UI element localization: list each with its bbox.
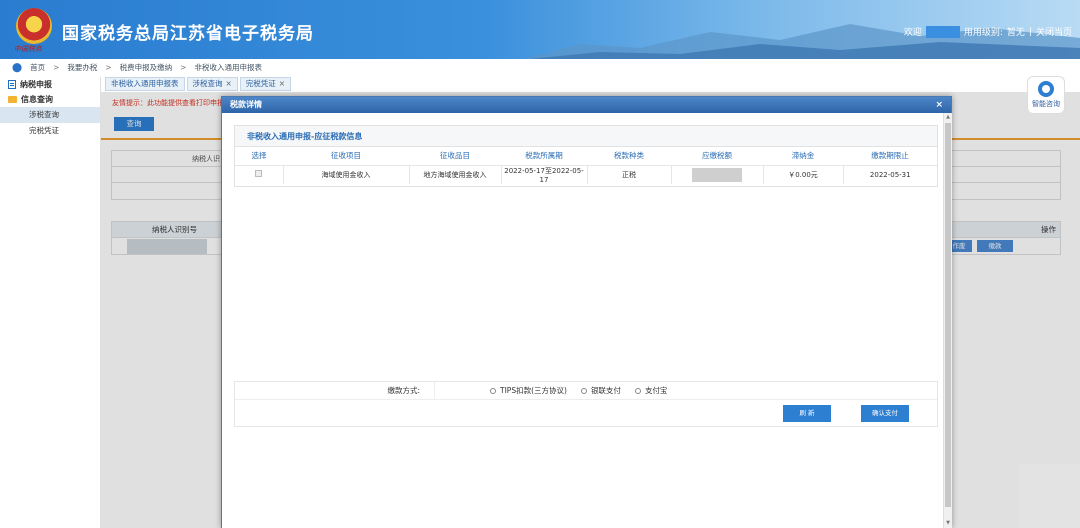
payment-method-section: 缴款方式: TIPS扣款(三方协议) 银联支付 支付宝 bbox=[234, 381, 938, 427]
column-header: 应缴税额 bbox=[671, 147, 763, 166]
emblem-caption: 中国税务 bbox=[14, 45, 42, 53]
breadcrumb-separator: > bbox=[105, 63, 112, 72]
folder-icon bbox=[8, 96, 17, 103]
tab-nontax-declaration[interactable]: 非税收入通用申报表 bbox=[105, 77, 185, 91]
scroll-down-icon[interactable]: ▼ bbox=[945, 520, 951, 526]
payment-method-row: 缴款方式: TIPS扣款(三方协议) 银联支付 支付宝 bbox=[235, 381, 937, 400]
breadcrumb: ⬤ 首页 > 我要办税 > 税费申报及缴纳 > 非税收入通用申报表 bbox=[0, 59, 1080, 76]
sidebar-group-label: 信息查询 bbox=[21, 95, 53, 104]
scrollbar-thumb[interactable] bbox=[945, 123, 951, 507]
cell-late-fee: ￥0.00元 bbox=[763, 165, 844, 184]
tab-label: 非税收入通用申报表 bbox=[111, 79, 179, 88]
user-bar: 欢迎 用用级别: 暂无 | 关闭当页 bbox=[904, 25, 1072, 38]
scroll-up-icon[interactable]: ▲ bbox=[945, 114, 951, 120]
masked-corner bbox=[1019, 464, 1080, 528]
table-header-row: 选择 征收项目 征收品目 税款所属期 税款种类 应缴税额 滞纳金 缴款期限止 bbox=[235, 147, 937, 166]
radio-label: 银联支付 bbox=[590, 386, 621, 395]
tab-bar: 非税收入通用申报表 涉税查询 × 完税凭证 × bbox=[101, 77, 1080, 92]
cell-item: 地方海域使用金收入 bbox=[409, 165, 502, 184]
confirm-payment-button[interactable]: 确认支付 bbox=[861, 405, 909, 422]
sidebar-item-tax-query[interactable]: 涉税查询 bbox=[0, 107, 100, 123]
cell-deadline: 2022-05-31 bbox=[869, 170, 911, 179]
payment-options: TIPS扣款(三方协议) 银联支付 支付宝 bbox=[435, 385, 667, 396]
location-pin-icon: ⬤ bbox=[12, 62, 23, 73]
column-header: 选择 bbox=[235, 147, 283, 166]
sidebar-group-declaration[interactable]: 纳税申报 bbox=[0, 77, 100, 92]
breadcrumb-declaration[interactable]: 税费申报及缴纳 bbox=[120, 62, 173, 73]
site-header: 中国税务 国家税务总局江苏省电子税务局 欢迎 用用级别: 暂无 | 关闭当页 bbox=[0, 0, 1080, 59]
tax-info-table: 选择 征收项目 征收品目 税款所属期 税款种类 应缴税额 滞纳金 缴款期限止 海… bbox=[235, 147, 937, 184]
column-header: 征收项目 bbox=[283, 147, 409, 166]
breadcrumb-separator: > bbox=[53, 63, 60, 72]
tab-label: 涉税查询 bbox=[192, 79, 223, 88]
dialog-scrollbar[interactable]: ▲ ▼ bbox=[943, 113, 952, 528]
radio-label: 支付宝 bbox=[644, 386, 668, 395]
smart-consult-widget[interactable]: 智能咨询 bbox=[1027, 76, 1065, 114]
payment-method-label: 缴款方式: bbox=[235, 381, 435, 400]
dialog-body: 非税收入通用申报-应征税款信息 选择 征收项目 征收品目 税款所属期 税款种类 … bbox=[222, 113, 943, 528]
breadcrumb-separator: > bbox=[180, 63, 187, 72]
close-page-link[interactable]: 关闭当页 bbox=[1036, 25, 1072, 38]
tax-info-section: 非税收入通用申报-应征税款信息 选择 征收项目 征收品目 税款所属期 税款种类 … bbox=[234, 125, 938, 187]
cell-amount bbox=[671, 165, 764, 184]
section-title: 非税收入通用申报-应征税款信息 bbox=[235, 126, 937, 147]
close-icon[interactable]: × bbox=[279, 79, 285, 88]
tab-tax-certificate[interactable]: 完税凭证 × bbox=[239, 77, 292, 91]
dialog-title: 税款详情 bbox=[230, 100, 262, 109]
radio-tips[interactable]: TIPS扣款(三方协议) bbox=[490, 385, 567, 396]
breadcrumb-current: 非税收入通用申报表 bbox=[194, 63, 262, 72]
tab-tax-query[interactable]: 涉税查询 × bbox=[186, 77, 238, 91]
role-value: 暂无 bbox=[1006, 28, 1025, 38]
close-icon[interactable]: × bbox=[935, 97, 943, 113]
role-label: 用用级别: bbox=[963, 28, 1003, 38]
dialog-title-bar: 税款详情 × bbox=[222, 97, 951, 113]
tax-detail-dialog: 税款详情 × 非税收入通用申报-应征税款信息 选择 征收项目 征收品目 税款所属… bbox=[221, 96, 952, 528]
row-checkbox[interactable] bbox=[255, 170, 263, 177]
radio-unionpay[interactable]: 银联支付 bbox=[580, 385, 621, 396]
sidebar-group-info-query[interactable]: 信息查询 bbox=[0, 92, 100, 107]
breadcrumb-tax-service[interactable]: 我要办税 bbox=[67, 62, 97, 73]
smart-consult-label: 智能咨询 bbox=[1032, 100, 1060, 108]
refresh-button[interactable]: 刷 新 bbox=[783, 405, 831, 422]
headset-icon bbox=[1038, 81, 1054, 97]
amount-masked bbox=[692, 167, 742, 182]
column-header: 税款种类 bbox=[587, 147, 671, 166]
radio-icon bbox=[580, 387, 587, 394]
document-icon bbox=[8, 80, 16, 89]
column-header: 征收品目 bbox=[409, 147, 501, 166]
cell-kind: 正税 bbox=[587, 165, 672, 184]
site-title: 国家税务总局江苏省电子税务局 bbox=[62, 24, 314, 44]
tax-emblem-icon bbox=[16, 8, 52, 44]
close-icon[interactable]: × bbox=[226, 79, 232, 88]
radio-icon bbox=[634, 387, 641, 394]
sidebar: 纳税申报 信息查询 涉税查询 完税凭证 bbox=[0, 77, 101, 528]
cell-project: 海域使用金收入 bbox=[283, 165, 410, 184]
radio-label: TIPS扣款(三方协议) bbox=[500, 386, 567, 395]
column-header: 税款所属期 bbox=[501, 147, 587, 166]
tab-label: 完税凭证 bbox=[245, 79, 276, 88]
table-row: 海域使用金收入 地方海域使用金收入 2022-05-17至2022-05-17 … bbox=[235, 165, 937, 184]
column-header: 滞纳金 bbox=[763, 147, 843, 166]
column-header: 缴款期限止 bbox=[843, 147, 937, 166]
row-checkbox-cell bbox=[235, 165, 284, 184]
breadcrumb-home[interactable]: 首页 bbox=[30, 62, 45, 73]
radio-alipay[interactable]: 支付宝 bbox=[634, 385, 668, 396]
sidebar-item-tax-certificate[interactable]: 完税凭证 bbox=[0, 123, 100, 139]
sidebar-group-label: 纳税申报 bbox=[20, 80, 52, 89]
welcome-text: 欢迎 bbox=[903, 28, 922, 38]
separator: | bbox=[1028, 26, 1032, 37]
cell-period: 2022-05-17至2022-05-17 bbox=[501, 165, 588, 184]
radio-icon bbox=[490, 387, 496, 394]
username-masked bbox=[925, 25, 960, 38]
